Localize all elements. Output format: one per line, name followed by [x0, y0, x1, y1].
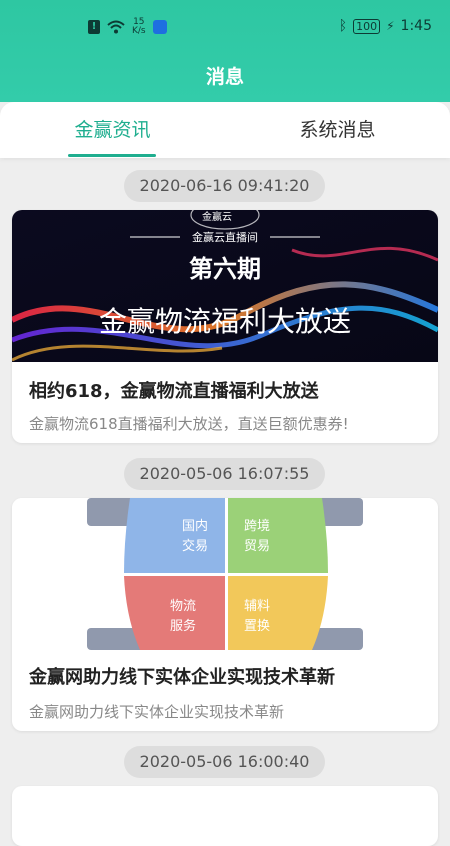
banner-slogan: 金赢物流福利大放送	[99, 305, 351, 338]
page-title: 消息	[205, 66, 244, 88]
banner-period: 第六期	[189, 255, 261, 283]
clock: 1:45	[400, 18, 432, 34]
timestamp-badge: 2020-05-06 16:00:40	[124, 746, 325, 778]
wifi-icon	[107, 20, 125, 34]
header-bar: ! 15 K/s ᛒ 100 ⚡ 1:45 消息	[0, 0, 450, 102]
banner-subtitle: 金赢云直播间	[192, 230, 258, 244]
quadrant-label: 服务	[170, 618, 196, 634]
quadrant-label: 国内	[182, 518, 208, 534]
business-quadrant-image: 国内 交易 跨境 贸易 物流 服务 辅料 置换	[12, 498, 438, 650]
banner-brand: 金赢云	[202, 210, 232, 223]
news-card[interactable]	[12, 786, 438, 846]
timestamp-badge: 2020-05-06 16:07:55	[124, 458, 325, 490]
quadrant-label: 跨境	[244, 519, 270, 534]
tab-system-messages[interactable]: 系统消息	[225, 102, 450, 158]
tab-news[interactable]: 金赢资讯	[0, 102, 225, 158]
news-card[interactable]: 国内 交易 跨境 贸易 物流 服务 辅料 置换 金赢网助力线下实体企业实现技术革…	[12, 498, 438, 731]
news-title: 金赢网助力线下实体企业实现技术革新	[29, 667, 335, 688]
quadrant-label: 交易	[182, 538, 208, 554]
tab-bar: 金赢资讯 系统消息	[0, 102, 450, 158]
timestamp-badge: 2020-06-16 09:41:20	[124, 170, 325, 202]
active-tab-indicator	[68, 154, 156, 157]
bluetooth-icon: ᛒ	[338, 18, 348, 34]
quadrant-label: 物流	[170, 599, 196, 614]
notification-app-icon	[152, 20, 167, 34]
news-card[interactable]: 金赢云 金赢云直播间 第六期 金赢物流福利大放送 相约618，金赢物流直播福利大…	[12, 210, 438, 443]
news-description: 金赢网助力线下实体企业实现技术革新	[29, 703, 285, 721]
livestream-banner-image: 金赢云 金赢云直播间 第六期 金赢物流福利大放送	[12, 210, 438, 362]
battery-indicator: 100	[353, 18, 381, 34]
status-bar: ! 15 K/s ᛒ 100 ⚡ 1:45	[0, 0, 450, 52]
quadrant-label: 辅料	[244, 599, 270, 614]
news-title: 相约618，金赢物流直播福利大放送	[29, 381, 319, 402]
network-speed: 15 K/s	[132, 17, 146, 36]
quadrant-label: 置换	[244, 619, 270, 634]
alert-icon: !	[88, 20, 100, 34]
news-description: 金赢物流618直播福利大放送，直送巨额优惠券!	[29, 415, 349, 433]
charging-icon: ⚡	[386, 19, 395, 33]
quadrant-label: 贸易	[244, 539, 270, 554]
